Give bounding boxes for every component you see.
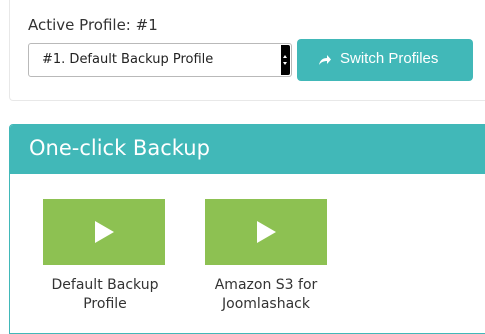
one-click-backup-title: One-click Backup: [29, 136, 210, 160]
play-icon: [257, 221, 276, 243]
switch-profiles-button[interactable]: Switch Profiles: [297, 39, 473, 81]
one-click-backup-panel: One-click Backup Default Backup Profile …: [9, 124, 485, 334]
profile-select-value: #1. Default Backup Profile: [42, 52, 214, 67]
one-click-backup-header: One-click Backup: [10, 125, 485, 174]
backup-amazon-s3-label-line2: Joomlashack: [222, 296, 310, 312]
backup-default-play-button[interactable]: [43, 199, 165, 265]
play-icon: [95, 221, 114, 243]
switch-profiles-label: Switch Profiles: [340, 50, 439, 67]
backup-default-label-line1: Default Backup: [51, 277, 159, 293]
dropdown-arrows-icon: [281, 45, 290, 75]
active-profile-label: Active Profile: #1: [28, 16, 158, 34]
backup-default-label[interactable]: Default Backup Profile: [30, 276, 180, 314]
profile-select[interactable]: #1. Default Backup Profile: [28, 43, 292, 77]
share-arrow-icon: [319, 55, 331, 65]
backup-amazon-s3-play-button[interactable]: [205, 199, 327, 265]
backup-amazon-s3-label[interactable]: Amazon S3 for Joomlashack: [191, 276, 341, 314]
backup-default-label-line2: Profile: [83, 296, 127, 312]
backup-amazon-s3-label-line1: Amazon S3 for: [214, 277, 318, 293]
